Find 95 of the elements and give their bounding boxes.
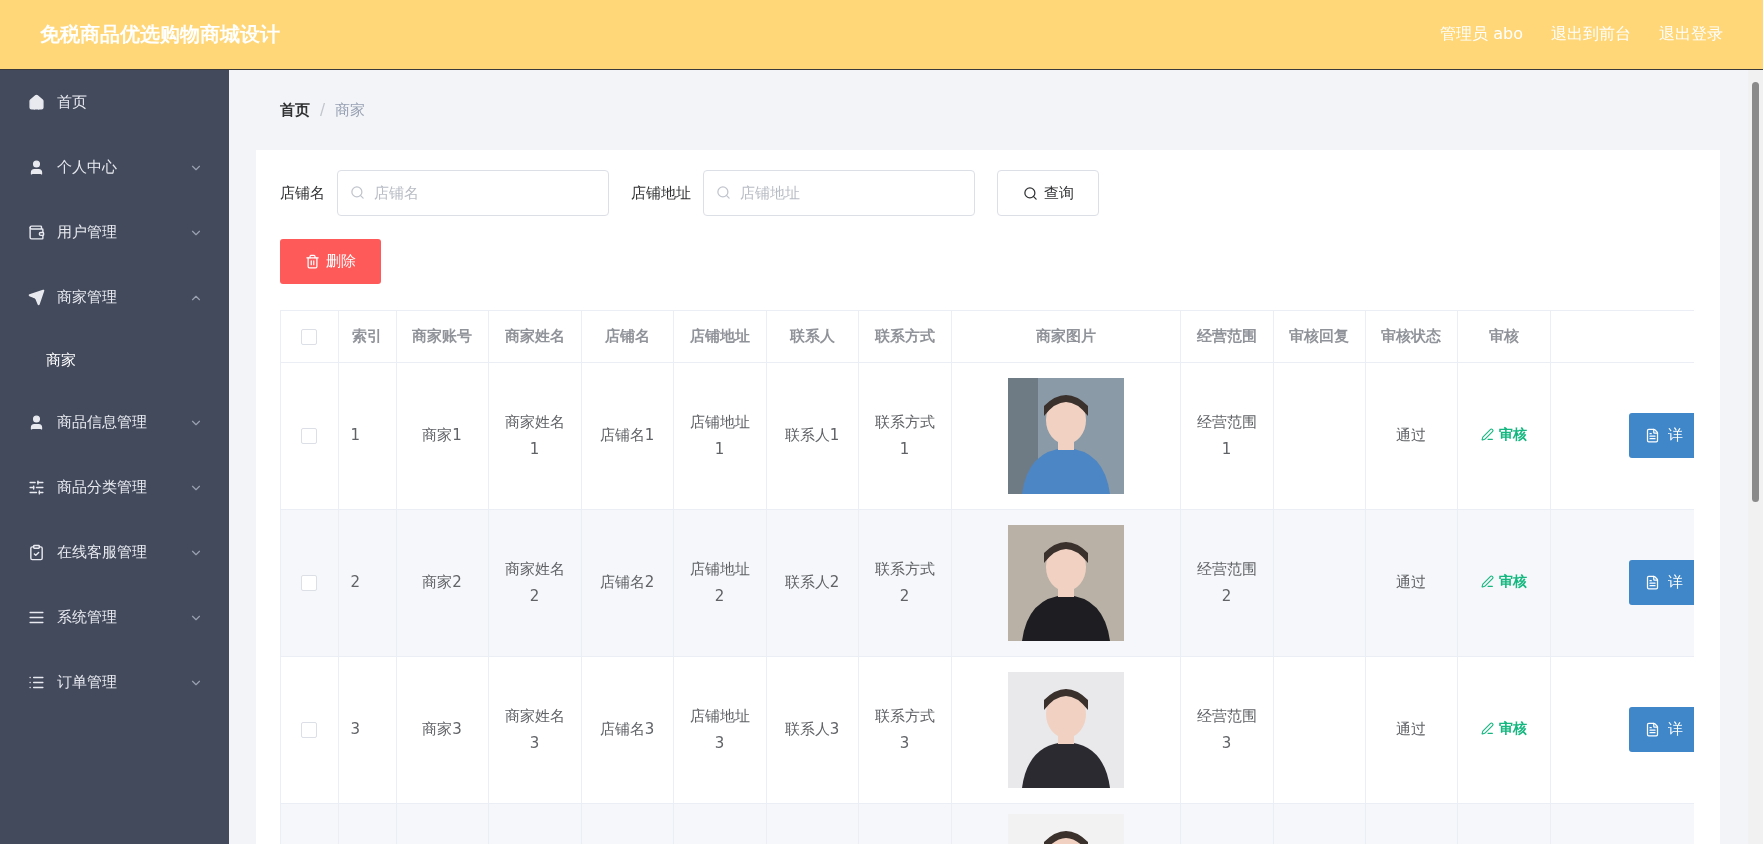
column-header: 审核 (1457, 311, 1550, 362)
table-cell-text: 商家3 (422, 719, 462, 740)
detail-button[interactable]: 详 (1628, 707, 1694, 752)
column-header: 联系方式 (858, 311, 951, 362)
search-button[interactable]: 查询 (997, 170, 1099, 216)
column-header: 审核回复 (1273, 311, 1365, 362)
table-cell-text: 经营范围3 (1195, 705, 1258, 754)
table-cell-text: 3 (350, 719, 361, 740)
search-icon (1022, 185, 1038, 201)
breadcrumb-item: 商家 (335, 100, 366, 120)
column-header: 店铺名 (581, 311, 673, 362)
sidebar-item[interactable]: 用户管理 (0, 200, 229, 265)
table-cell-text: 联系人3 (784, 719, 840, 740)
column-header: 经营范围 (1180, 311, 1273, 362)
sidebar-label: 在线客服管理 (57, 543, 148, 562)
submenu-item[interactable]: 商家 (0, 330, 229, 390)
table-cell-text: 商家姓名1 (503, 411, 566, 460)
search-icon (716, 185, 731, 200)
table-cell-text: 商家1 (422, 425, 462, 446)
column-header: 审核状态 (1365, 311, 1457, 362)
lines-icon (28, 609, 45, 626)
sidebar-item[interactable]: 商家管理 (0, 265, 229, 330)
sidebar-label: 商品信息管理 (57, 413, 148, 432)
column-header: 店铺地址 (673, 311, 766, 362)
table-cell-text: 联系方式2 (873, 558, 936, 607)
wallet-icon (28, 224, 45, 241)
detail-button[interactable]: 详 (1628, 560, 1694, 605)
table-cell-text: 商家2 (422, 572, 462, 593)
table-cell-text: 通过 (1396, 425, 1426, 446)
scrollbar[interactable] (1748, 70, 1763, 844)
table-cell-text: 商家姓名3 (503, 705, 566, 754)
sidebar-item[interactable]: 商品信息管理 (0, 390, 229, 455)
checkbox[interactable] (301, 328, 318, 345)
sidebar-item[interactable]: 在线客服管理 (0, 520, 229, 585)
search-field[interactable]: 店铺地址 (703, 170, 975, 216)
table-cell-text: 通过 (1396, 719, 1426, 740)
user-icon (28, 414, 45, 431)
sidebar-item[interactable]: 系统管理 (0, 585, 229, 650)
breadcrumb-separator: / (320, 101, 326, 119)
checkbox[interactable] (301, 721, 318, 738)
field-label: 店铺地址 (631, 183, 691, 203)
list-icon (28, 674, 45, 691)
sidebar-label: 商品分类管理 (57, 478, 148, 497)
field-label: 店铺名 (280, 183, 325, 203)
sidebar-label: 首页 (57, 93, 88, 112)
table-cell-text: 店铺名2 (599, 572, 655, 593)
sidebar-item[interactable]: 订单管理 (0, 650, 229, 715)
sidebar-label: 用户管理 (57, 223, 118, 242)
sidebar-label: 商家管理 (57, 288, 118, 307)
table-cell-text: 经营范围2 (1195, 558, 1258, 607)
column-header: 商家账号 (396, 311, 488, 362)
sidebar-label: 订单管理 (57, 673, 118, 692)
table-cell-text: 店铺地址2 (688, 558, 751, 607)
table-cell-text: 2 (350, 572, 361, 593)
checkbox[interactable] (301, 574, 318, 591)
scrollbar-thumb[interactable] (1752, 82, 1759, 502)
search-icon (350, 185, 365, 200)
table-cell-text: 通过 (1396, 572, 1426, 593)
column-header: 商家姓名 (488, 311, 581, 362)
table-cell-text: 经营范围1 (1195, 411, 1258, 460)
sidebar-item[interactable]: 个人中心 (0, 135, 229, 200)
trash-icon (305, 254, 320, 269)
column-header: 索引 (338, 311, 396, 362)
table-cell-text: 店铺名1 (599, 425, 655, 446)
site-title: 免税商品优选购物商城设计 (40, 21, 281, 48)
clipboard-check-icon (28, 544, 45, 561)
table-cell-text: 联系人2 (784, 572, 840, 593)
table-cell-text: 商家姓名2 (503, 558, 566, 607)
pen-icon (1480, 428, 1494, 441)
checkbox[interactable] (301, 427, 318, 444)
user-icon (28, 159, 45, 176)
search-field[interactable]: 店铺名 (337, 170, 609, 216)
table-cell-text: 1 (350, 425, 361, 446)
table-cell-text: 联系方式3 (873, 705, 936, 754)
sliders-icon (28, 479, 45, 496)
column-header: 商家图片 (951, 311, 1180, 362)
table-cell-text: 店铺地址1 (688, 411, 751, 460)
document-icon (1644, 722, 1660, 737)
table-cell-text: 店铺地址3 (688, 705, 751, 754)
pen-icon (1480, 722, 1494, 735)
table-cell-text: 联系人1 (784, 425, 840, 446)
pen-icon (1480, 575, 1494, 588)
sidebar-item[interactable]: 首页 (0, 70, 229, 135)
breadcrumb-item[interactable]: 首页 (280, 100, 310, 120)
document-icon (1644, 428, 1660, 443)
paper-plane-icon (28, 289, 45, 306)
table-cell-text: 店铺名3 (599, 719, 655, 740)
sidebar-label: 个人中心 (57, 158, 118, 177)
sidebar-label: 系统管理 (57, 608, 118, 627)
home-icon (28, 94, 45, 111)
table-cell-text: 联系方式1 (873, 411, 936, 460)
document-icon (1644, 575, 1660, 590)
detail-button[interactable]: 详 (1628, 413, 1694, 458)
column-header: 联系人 (766, 311, 858, 362)
sidebar-item[interactable]: 商品分类管理 (0, 455, 229, 520)
